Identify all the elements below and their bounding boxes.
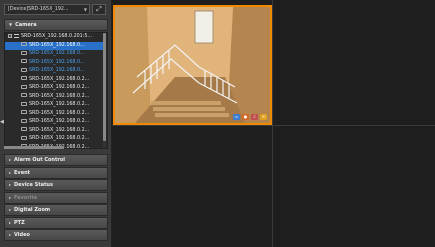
chevron-right-icon: ▸ [9,232,12,237]
tree-item-camera[interactable]: SRD-165X_192.168.0.2... [5,76,105,85]
camera-tree-panel: − SRD-165X_192.168.0.201:5... SRD-165X_19… [4,32,108,149]
section-ptz[interactable]: ▸ PTZ [4,216,108,229]
section-favorite[interactable]: ▸ Favorite [4,191,108,204]
tree-root[interactable]: − SRD-165X_192.168.0.201:5... [5,33,105,42]
section-event-label: Event [14,169,31,176]
section-camera[interactable]: ▼ Camera [4,19,108,31]
tree-item-label: SRD-165X_192.168.0.2... [29,85,90,90]
tree-item-camera[interactable]: SRD-165X_192.168.0.2... [5,84,105,93]
close-icon[interactable]: ✕ [260,114,267,120]
chevron-down-icon: ▼ [83,7,87,12]
tree-item-camera[interactable]: SRD-165X_192.168.0... [5,50,105,59]
camera-icon [21,59,27,63]
camera-icon [21,110,27,114]
section-favorite-label: Favorite [14,194,38,201]
camera-icon [21,42,27,46]
video-tile[interactable]: ▭ ● ♪ ✕ [113,5,272,125]
camera-icon [21,76,27,80]
tree-scrollbar[interactable] [103,33,106,148]
tree-item-label: SRD-165X_192.168.0.2... [29,110,90,116]
section-alarm-out-control[interactable]: ▸ Alarm Out Control [4,154,108,166]
tree-horizontal-scrollbar[interactable] [4,146,64,149]
camera-icon [21,93,27,97]
tree-item-camera[interactable]: SRD-165X_192.168.0.2... [5,93,105,102]
camera-feed-image [115,7,270,123]
tree-item-label: SRD-165X_192.168.0.2... [29,127,90,133]
recorder-icon [14,33,19,38]
tree-item-camera[interactable]: SRD-165X_192.168.0.2... [5,101,105,110]
tree-item-label: SRD-165X_192.168.0.2... [29,76,90,82]
tree-item-label: SRD-165X_192.168.0... [29,68,85,73]
camera-icon [21,118,27,123]
camera-icon [21,127,27,131]
video-toolbar: ▭ ● ♪ ✕ [233,114,267,120]
tree-item-label: SRD-165X_192.168.0... [29,59,85,65]
chevron-right-icon: ▸ [9,219,12,225]
tree-item-label: SRD-165X_192.168.0.2... [29,119,90,124]
camera-icon [21,67,27,72]
camera-icon [21,50,27,55]
video-grid: ▭ ● ♪ ✕ [112,0,435,247]
section-device-status[interactable]: ▸ Device Status [4,179,108,191]
tree-item-camera[interactable]: SRD-165X_192.168.0.2... [5,118,105,127]
tree-item-camera[interactable]: SRD-165X_192.168.0... [5,59,105,68]
audio-icon[interactable]: ♪ [251,114,258,120]
section-device-status-label: Device Status [14,182,53,188]
tree-item-label: SRD-165X_192.168.0.2... [29,102,90,107]
camera-icon [21,101,27,106]
section-camera-label: Camera [15,22,37,28]
device-select[interactable]: [Device]SRD-165X_192... ▼ [4,4,90,15]
chevron-right-icon: ▸ [9,157,12,162]
camera-icon [21,135,27,140]
tree-root-label: SRD-165X_192.168.0.201:5... [21,34,92,39]
tree-item-camera[interactable]: SRD-165X_192.168.0.2... [5,135,105,144]
section-digital-zoom[interactable]: ▸ Digital Zoom [4,204,108,216]
tree-scrollbar-thumb[interactable] [103,33,106,141]
tree-item-camera[interactable]: SRD-165X_192.168.0... [5,67,105,76]
collapse-toggle-icon[interactable]: − [8,33,12,38]
tree-item-label: SRD-165X_192.168.0... [29,51,85,56]
tree-item-camera[interactable]: SRD-165X_192.168.0.2... [5,110,105,119]
section-video-label: Video [14,232,30,238]
section-ptz-label: PTZ [14,219,25,226]
record-icon[interactable]: ● [242,114,249,120]
tree-item-camera[interactable]: SRD-165X_192.168.0.2... [5,127,105,136]
device-select-label: [Device]SRD-165X_192... [8,7,69,12]
chevron-right-icon: ▸ [9,169,12,175]
section-digital-zoom-label: Digital Zoom [14,207,51,213]
expand-icon[interactable]: ⤢ [92,4,106,15]
tree-item-label: SRD-165X_192.168.0.2... [29,136,90,141]
section-event[interactable]: ▸ Event [4,166,108,179]
camera-tree: − SRD-165X_192.168.0.201:5... SRD-165X_19… [5,33,105,148]
chevron-right-icon: ▸ [9,207,12,212]
chevron-right-icon: ▸ [9,194,12,200]
tree-item-camera[interactable]: SRD-165X_192.168.0... [5,41,105,50]
collapse-sidebar-icon[interactable]: ◀ [0,118,4,126]
tree-item-label: SRD-165X_192.168.0.2... [29,93,90,99]
tree-item-label: SRD-165X_192.168.0... [29,42,85,48]
sidebar: [Device]SRD-165X_192... ▼ ⤢ ▼ Camera − SRD… [0,0,112,247]
screen-icon[interactable]: ▭ [233,114,240,120]
device-bar: [Device]SRD-165X_192... ▼ ⤢ [4,4,106,15]
camera-icon [21,84,27,89]
chevron-down-icon: ▼ [9,22,13,27]
chevron-right-icon: ▸ [9,182,12,187]
section-alarm-out-control-label: Alarm Out Control [14,157,65,163]
section-video[interactable]: ▸ Video [4,229,108,241]
